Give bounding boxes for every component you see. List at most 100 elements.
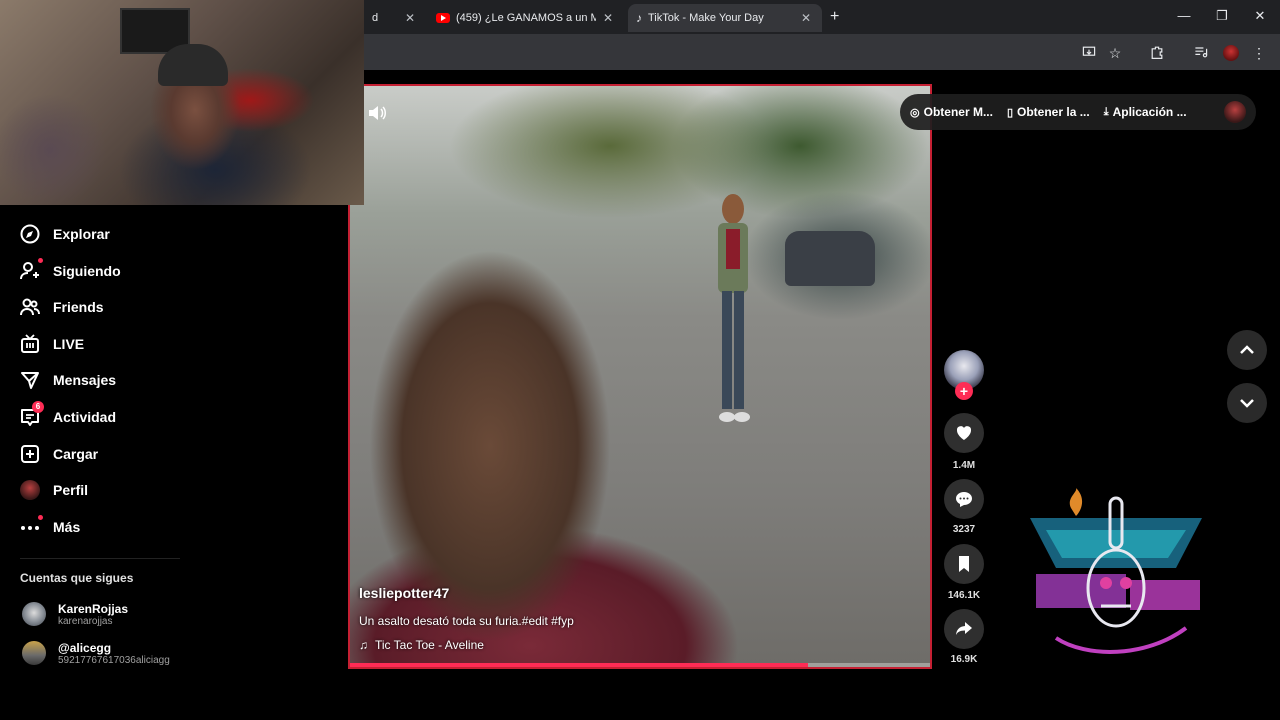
sidebar-item-label: Siguiendo <box>53 263 121 279</box>
pill-label: Obtener la ... <box>1017 105 1090 119</box>
friends-icon <box>20 297 40 317</box>
webcam-overlay <box>0 0 364 205</box>
chevron-down-icon <box>1240 399 1254 408</box>
next-video-button[interactable] <box>1227 383 1267 423</box>
sidebar-item-label: Friends <box>53 299 104 315</box>
tab-close-icon[interactable]: ✕ <box>600 11 616 25</box>
star-icon[interactable]: ☆ <box>1106 44 1124 62</box>
share-button[interactable] <box>944 609 984 649</box>
tab-close-icon[interactable]: ✕ <box>402 11 418 25</box>
music-title: Tic Tac Toe - Aveline <box>375 638 484 652</box>
sidebar-item-friends[interactable]: Friends <box>20 295 104 319</box>
video-car <box>785 231 875 286</box>
video-player[interactable] <box>348 84 932 669</box>
compass-icon <box>20 224 40 244</box>
user-avatar[interactable] <box>1224 101 1246 123</box>
sidebar-item-label: Explorar <box>53 226 110 242</box>
live-icon <box>20 334 40 354</box>
sidebar-item-label: Perfil <box>53 482 89 498</box>
video-author[interactable]: lesliepotter47 <box>359 585 449 601</box>
tiktok-icon: ♪ <box>636 11 642 25</box>
sidebar-item-explorar[interactable]: Explorar <box>20 222 110 246</box>
sidebar-item-perfil[interactable]: Perfil <box>20 478 88 502</box>
desktop-app-button[interactable]: ⤓ Aplicación ... <box>1104 105 1187 119</box>
browser-tab-tiktok[interactable]: ♪ TikTok - Make Your Day ✕ <box>628 4 822 32</box>
get-app-button[interactable]: ▯ Obtener la ... <box>1007 105 1090 119</box>
stream-logo <box>1030 488 1202 654</box>
pill-label: Aplicación ... <box>1112 105 1187 119</box>
notification-dot <box>38 258 43 263</box>
upload-icon <box>20 444 40 464</box>
extensions-icon[interactable] <box>1148 44 1166 62</box>
following-account[interactable]: @alicegg 59217767617036aliciagg <box>22 638 170 668</box>
comment-button[interactable] <box>944 479 984 519</box>
heart-icon <box>956 426 972 440</box>
webcam-person <box>158 44 228 86</box>
chevron-up-icon <box>1240 345 1254 354</box>
more-icon <box>20 515 43 537</box>
video-music[interactable]: ♫ Tic Tac Toe - Aveline <box>359 638 484 652</box>
share-count: 16.9K <box>950 654 978 665</box>
sidebar-item-label: Mensajes <box>53 372 117 388</box>
tab-title: TikTok - Make Your Day <box>648 12 764 24</box>
save-count: 146.1K <box>947 590 981 601</box>
video-progress-fill <box>350 663 809 667</box>
comment-icon <box>956 492 972 507</box>
menu-icon[interactable]: ⋮ <box>1250 44 1268 62</box>
sidebar-divider <box>20 558 180 559</box>
phone-icon: ▯ <box>1006 106 1014 119</box>
download-icon: ⤓ <box>1103 105 1109 118</box>
top-actions-bar: ◎ Obtener M... ▯ Obtener la ... ⤓ Aplica… <box>900 94 1256 130</box>
install-icon[interactable] <box>1080 44 1098 62</box>
browser-tab[interactable]: d ✕ <box>364 4 426 32</box>
previous-video-button[interactable] <box>1227 330 1267 370</box>
pill-label: Obtener M... <box>923 105 993 119</box>
volume-icon[interactable] <box>367 104 387 122</box>
sidebar-item-mas[interactable]: Más <box>20 515 80 539</box>
tab-title: (459) ¿Le GANAMOS a un MILA <box>456 12 596 24</box>
following-account[interactable]: KarenRojjas karenarojjas <box>22 599 128 629</box>
avatar <box>22 641 46 665</box>
music-note-icon: ♫ <box>359 638 368 652</box>
like-button[interactable] <box>944 413 984 453</box>
sidebar-item-label: Más <box>53 519 81 535</box>
profile-avatar <box>20 480 40 500</box>
sidebar-item-label: Actividad <box>53 409 117 425</box>
notification-dot <box>38 515 43 520</box>
sidebar-item-actividad[interactable]: 6 Actividad <box>20 401 117 429</box>
like-count: 1.4M <box>952 460 976 471</box>
follow-plus-icon[interactable]: + <box>955 382 973 400</box>
avatar <box>22 602 46 626</box>
window-close-button[interactable]: ✕ <box>1248 8 1272 24</box>
activity-badge: 6 <box>32 401 44 413</box>
account-name: @alicegg <box>58 640 112 655</box>
sidebar-item-label: LIVE <box>53 336 85 352</box>
sidebar-item-label: Cargar <box>53 446 99 462</box>
bookmark-icon <box>959 556 969 572</box>
browser-tab-youtube[interactable]: (459) ¿Le GANAMOS a un MILA ✕ <box>428 4 624 32</box>
activity-icon: 6 <box>20 401 44 427</box>
sidebar-item-cargar[interactable]: Cargar <box>20 442 98 466</box>
minimize-button[interactable]: — <box>1172 8 1196 23</box>
media-icon[interactable] <box>1192 44 1210 62</box>
get-coins-button[interactable]: ◎ Obtener M... <box>910 105 993 119</box>
video-figure <box>718 194 750 422</box>
account-name: KarenRojjas <box>58 601 129 616</box>
sidebar-item-mensajes[interactable]: Mensajes <box>20 368 116 392</box>
profile-icon[interactable] <box>1222 44 1240 62</box>
sidebar-item-live[interactable]: LIVE <box>20 332 84 356</box>
maximize-button[interactable]: ❐ <box>1210 8 1234 24</box>
new-tab-button[interactable]: + <box>830 8 839 26</box>
messages-icon <box>20 370 40 390</box>
youtube-icon <box>436 13 450 23</box>
sidebar-item-siguiendo[interactable]: Siguiendo <box>20 258 121 283</box>
following-icon <box>20 258 43 281</box>
share-icon <box>956 622 972 635</box>
tab-close-icon[interactable]: ✕ <box>798 11 814 25</box>
following-heading: Cuentas que sigues <box>20 571 134 585</box>
comment-count: 3237 <box>952 524 976 535</box>
video-caption: Un asalto desató toda su furia.#edit #fy… <box>359 614 574 628</box>
account-handle: karenarojjas <box>58 615 113 627</box>
save-button[interactable] <box>944 544 984 584</box>
account-handle: 59217767617036aliciagg <box>58 654 170 666</box>
